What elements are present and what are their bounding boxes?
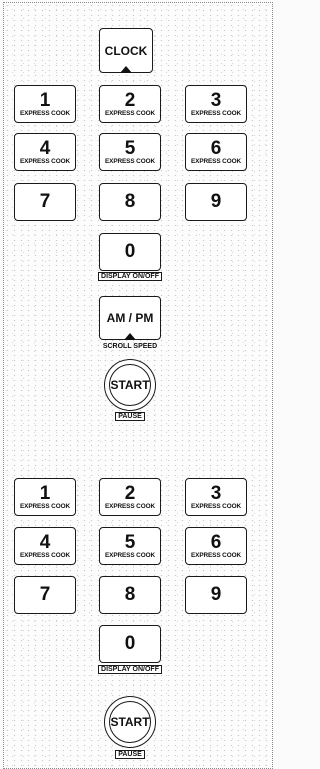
key-8-upper[interactable]: 8 xyxy=(99,183,161,221)
key-7-upper[interactable]: 7 xyxy=(14,183,76,221)
key-1-upper[interactable]: 1 EXPRESS COOK xyxy=(14,85,76,123)
pause-label: PAUSE xyxy=(115,412,145,421)
key-digit: 0 xyxy=(124,633,136,654)
key-digit: 9 xyxy=(210,584,222,605)
key-9-upper[interactable]: 9 xyxy=(185,183,247,221)
key-1-lower[interactable]: 1 EXPRESS COOK xyxy=(14,478,76,516)
express-cook-label: EXPRESS COOK xyxy=(105,551,155,559)
pause-caption-lower: PAUSE xyxy=(105,750,155,759)
key-3-lower[interactable]: 3 EXPRESS COOK xyxy=(185,478,247,516)
express-cook-label: EXPRESS COOK xyxy=(20,551,70,559)
start-button-upper[interactable]: START xyxy=(104,359,156,411)
pause-label: PAUSE xyxy=(115,750,145,759)
display-on-off-label: DISPLAY ON/OFF xyxy=(98,272,162,281)
start-button-ring: START xyxy=(109,364,151,406)
key-9-lower[interactable]: 9 xyxy=(185,576,247,614)
key-digit: 9 xyxy=(210,191,222,212)
key-5-lower[interactable]: 5 EXPRESS COOK xyxy=(99,527,161,565)
express-cook-label: EXPRESS COOK xyxy=(20,157,70,165)
key-digit: 8 xyxy=(124,191,136,212)
key-digit: 7 xyxy=(39,584,51,605)
key-digit: 1 xyxy=(39,482,51,504)
display-on-off-caption: DISPLAY ON/OFF xyxy=(92,272,168,281)
key-2-lower[interactable]: 2 EXPRESS COOK xyxy=(99,478,161,516)
key-digit: 4 xyxy=(39,137,51,159)
triangle-up-icon xyxy=(120,66,132,73)
key-4-lower[interactable]: 4 EXPRESS COOK xyxy=(14,527,76,565)
triangle-up-icon xyxy=(124,333,136,340)
key-digit: 1 xyxy=(39,89,51,111)
start-label: START xyxy=(110,378,150,392)
express-cook-label: EXPRESS COOK xyxy=(191,551,241,559)
key-digit: 2 xyxy=(124,482,136,504)
express-cook-label: EXPRESS COOK xyxy=(105,502,155,510)
am-pm-button[interactable]: AM / PM xyxy=(99,296,161,340)
key-3-upper[interactable]: 3 EXPRESS COOK xyxy=(185,85,247,123)
express-cook-label: EXPRESS COOK xyxy=(20,109,70,117)
scroll-speed-caption: SCROLL SPEED xyxy=(102,343,158,350)
control-panel: CLOCK 1 EXPRESS COOK 2 EXPRESS COOK 3 EX… xyxy=(3,2,273,769)
key-2-upper[interactable]: 2 EXPRESS COOK xyxy=(99,85,161,123)
express-cook-label: EXPRESS COOK xyxy=(20,502,70,510)
key-4-upper[interactable]: 4 EXPRESS COOK xyxy=(14,133,76,171)
start-button-lower[interactable]: START xyxy=(104,696,156,748)
express-cook-label: EXPRESS COOK xyxy=(105,157,155,165)
key-6-upper[interactable]: 6 EXPRESS COOK xyxy=(185,133,247,171)
key-digit: 6 xyxy=(210,531,222,553)
key-digit: 2 xyxy=(124,89,136,111)
key-8-lower[interactable]: 8 xyxy=(99,576,161,614)
key-7-lower[interactable]: 7 xyxy=(14,576,76,614)
clock-label: CLOCK xyxy=(104,43,148,58)
key-digit: 3 xyxy=(210,89,222,111)
start-button-ring: START xyxy=(109,701,151,743)
key-5-upper[interactable]: 5 EXPRESS COOK xyxy=(99,133,161,171)
key-digit: 5 xyxy=(124,531,136,553)
am-pm-label: AM / PM xyxy=(106,311,154,325)
key-6-lower[interactable]: 6 EXPRESS COOK xyxy=(185,527,247,565)
clock-button[interactable]: CLOCK xyxy=(99,28,153,73)
express-cook-label: EXPRESS COOK xyxy=(105,109,155,117)
key-0-upper[interactable]: 0 xyxy=(99,233,161,271)
key-digit: 4 xyxy=(39,531,51,553)
display-on-off-label: DISPLAY ON/OFF xyxy=(98,665,162,674)
express-cook-label: EXPRESS COOK xyxy=(191,157,241,165)
display-on-off-caption-lower: DISPLAY ON/OFF xyxy=(92,665,168,674)
key-digit: 3 xyxy=(210,482,222,504)
key-digit: 5 xyxy=(124,137,136,159)
key-digit: 7 xyxy=(39,191,51,212)
express-cook-label: EXPRESS COOK xyxy=(191,502,241,510)
key-digit: 8 xyxy=(124,584,136,605)
express-cook-label: EXPRESS COOK xyxy=(191,109,241,117)
key-digit: 0 xyxy=(124,241,136,262)
pause-caption-upper: PAUSE xyxy=(105,412,155,421)
key-digit: 6 xyxy=(210,137,222,159)
key-0-lower[interactable]: 0 xyxy=(99,625,161,663)
start-label: START xyxy=(110,715,150,729)
